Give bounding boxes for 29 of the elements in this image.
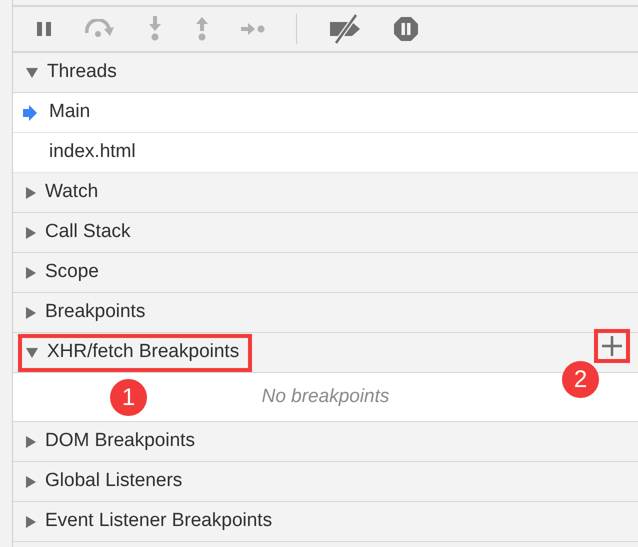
expand-triangle-icon[interactable] (26, 436, 36, 448)
expand-triangle-icon[interactable] (26, 516, 36, 528)
deactivate-breakpoints-icon[interactable] (328, 14, 362, 44)
thread-row[interactable]: Main (13, 93, 638, 133)
plus-icon (602, 336, 622, 356)
pause-on-exceptions-icon[interactable] (393, 16, 419, 42)
section-title: XHR/fetch Breakpoints (47, 340, 240, 364)
thread-row[interactable]: index.html (13, 133, 638, 173)
expand-triangle-icon[interactable] (26, 306, 36, 318)
section-title: Call Stack (45, 220, 131, 244)
pause-icon[interactable] (35, 20, 53, 38)
section-title: Scope (45, 260, 99, 284)
empty-message: No breakpoints (262, 384, 390, 409)
expand-triangle-icon[interactable] (26, 226, 36, 238)
callout-number: 1 (110, 379, 147, 416)
section-title: Breakpoints (45, 300, 146, 324)
collapse-triangle-icon[interactable] (26, 348, 38, 358)
add-button[interactable] (594, 329, 630, 363)
expand-triangle-icon[interactable] (26, 476, 36, 488)
section-title: Global Listeners (45, 469, 182, 494)
expand-triangle-icon[interactable] (26, 186, 36, 198)
section-title: Watch (45, 180, 98, 204)
collapse-triangle-icon[interactable] (26, 68, 38, 78)
section-title: Threads (47, 60, 117, 84)
expand-triangle-icon[interactable] (26, 266, 36, 278)
thread-label: index.html (49, 140, 136, 164)
section-title: DOM Breakpoints (45, 429, 195, 454)
thread-label: Main (49, 100, 90, 124)
section-title: Event Listener Breakpoints (45, 509, 272, 534)
